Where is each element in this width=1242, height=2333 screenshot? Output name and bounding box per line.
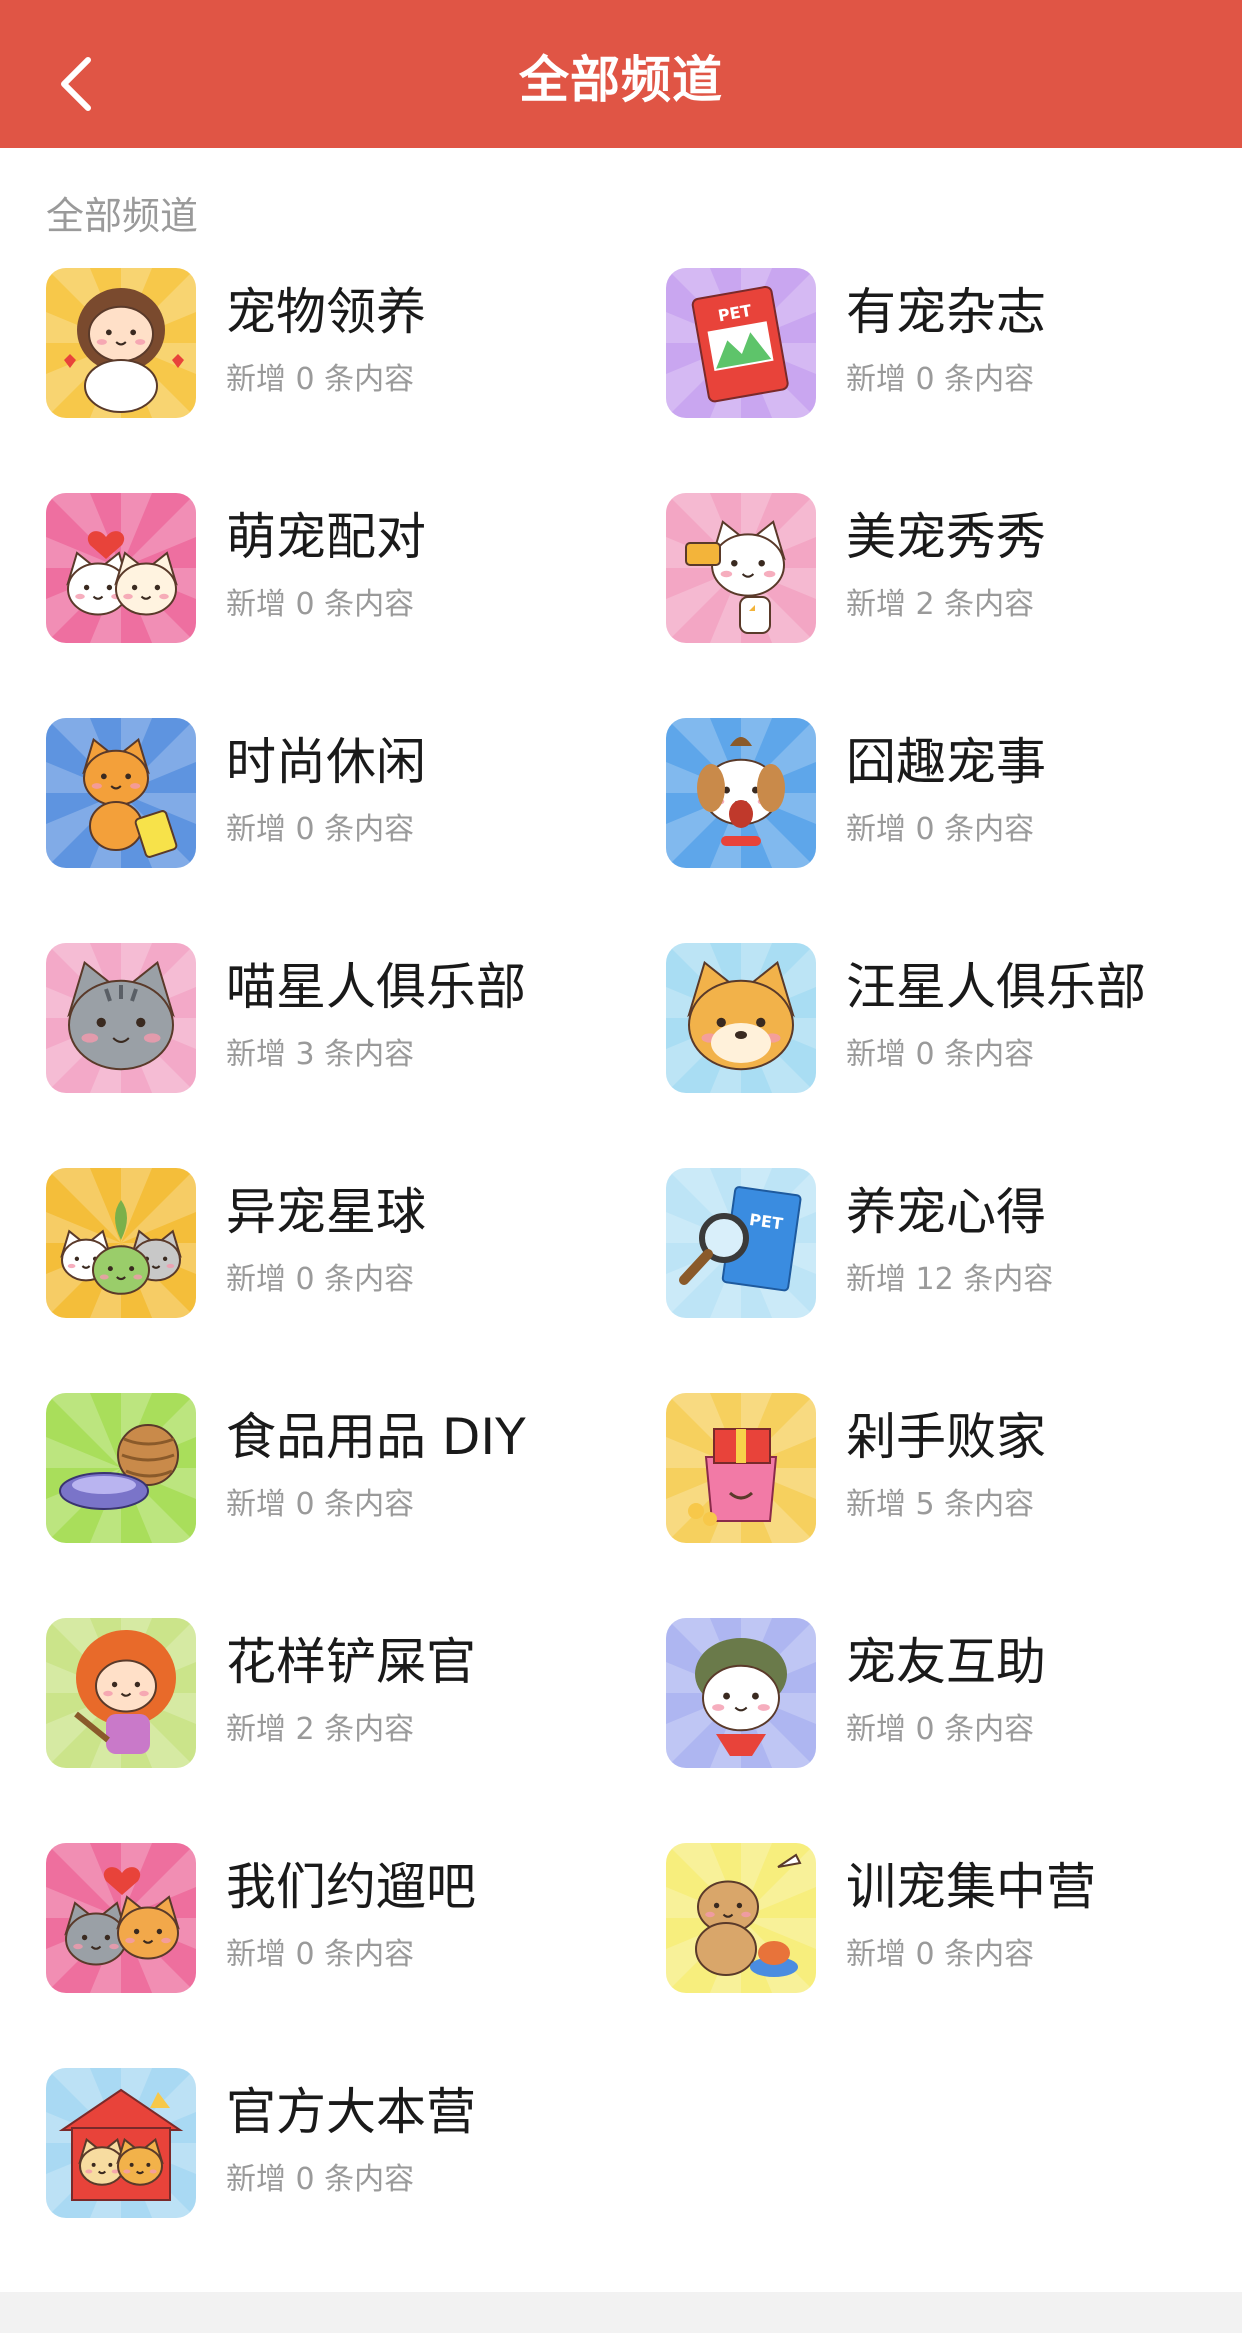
kissing-pets-icon [46, 493, 196, 643]
girl-holding-puppy-icon [46, 268, 196, 418]
channel-item[interactable]: 训宠集中营新增 0 条内容 [666, 1843, 1242, 2003]
channel-name: 我们约遛吧 [226, 1858, 476, 1916]
channel-update-count: 新增 0 条内容 [226, 812, 415, 847]
channel-update-count: 新增 2 条内容 [846, 587, 1035, 622]
channel-name: 宠物领养 [226, 283, 426, 341]
navbar: 全部频道 [0, 0, 1242, 148]
channel-update-count: 新增 0 条内容 [846, 812, 1035, 847]
grey-cat-face-icon [46, 943, 196, 1093]
channel-update-count: 新增 0 条内容 [226, 587, 415, 622]
channel-item[interactable]: 时尚休闲新增 0 条内容 [46, 718, 646, 878]
page-title: 全部频道 [519, 51, 723, 109]
channel-name: 喵星人俱乐部 [226, 958, 526, 1016]
channel-update-count: 新增 5 条内容 [846, 1487, 1035, 1522]
channel-update-count: 新增 0 条内容 [226, 1487, 415, 1522]
channel-item[interactable]: 宠物领养新增 0 条内容 [46, 268, 646, 428]
channel-item[interactable]: 食品用品 DIY 新增 0 条内容 [46, 1393, 646, 1553]
channel-item[interactable]: 喵星人俱乐部新增 3 条内容 [46, 943, 646, 1103]
pets-in-house-icon [46, 2068, 196, 2218]
channel-name: 异宠星球 [226, 1183, 426, 1241]
channel-update-count: 新增 0 条内容 [846, 1712, 1035, 1747]
channel-item[interactable]: 花样铲屎官新增 2 条内容 [46, 1618, 646, 1778]
channel-item[interactable]: 我们约遛吧新增 0 条内容 [46, 1843, 646, 2003]
channel-update-count: 新增 0 条内容 [226, 1262, 415, 1297]
channel-name: 剁手败家 [846, 1408, 1046, 1466]
magnifier-book-icon: PET [666, 1168, 816, 1318]
channel-name: 花样铲屎官 [226, 1633, 476, 1691]
channel-update-count: 新增 0 条内容 [226, 1937, 415, 1972]
channel-name: 汪星人俱乐部 [846, 958, 1146, 1016]
cat-and-dog-hug-icon [46, 1843, 196, 1993]
channel-name: 官方大本营 [226, 2083, 476, 2141]
channel-item[interactable]: 萌宠配对新增 0 条内容 [46, 493, 646, 653]
channel-update-count: 新增 2 条内容 [226, 1712, 415, 1747]
channel-update-count: 新增 0 条内容 [226, 362, 415, 397]
channel-update-count: 新增 3 条内容 [226, 1037, 415, 1072]
channel-name: 有宠杂志 [846, 283, 1046, 341]
channel-item[interactable]: 异宠星球新增 0 条内容 [46, 1168, 646, 1328]
cat-with-suitcase-icon [46, 718, 196, 868]
channel-item[interactable]: 剁手败家新增 5 条内容 [666, 1393, 1242, 1553]
dog-with-scarf-icon [666, 1618, 816, 1768]
pet-bowl-yarn-icon [46, 1393, 196, 1543]
channel-name: 萌宠配对 [226, 508, 426, 566]
channel-name: 囧趣宠事 [846, 733, 1046, 791]
bottom-spacer [0, 2292, 1242, 2333]
channel-name: 训宠集中营 [846, 1858, 1096, 1916]
channel-name: 食品用品 DIY [226, 1408, 526, 1466]
girl-with-scoop-icon [46, 1618, 196, 1768]
channel-item[interactable]: PET 养宠心得新增 12 条内容 [666, 1168, 1242, 1328]
channel-name: 养宠心得 [846, 1183, 1046, 1241]
channel-item[interactable]: 官方大本营新增 0 条内容 [46, 2068, 646, 2228]
exotic-pets-icon [46, 1168, 196, 1318]
channel-name: 时尚休闲 [226, 733, 426, 791]
dog-selfie-icon [666, 493, 816, 643]
channel-update-count: 新增 12 条内容 [846, 1262, 1054, 1297]
shiba-face-icon [666, 943, 816, 1093]
channel-name: 宠友互助 [846, 1633, 1046, 1691]
channel-update-count: 新增 0 条内容 [846, 1037, 1035, 1072]
channel-item[interactable]: PET 有宠杂志新增 0 条内容 [666, 268, 1242, 428]
channel-update-count: 新增 0 条内容 [226, 2162, 415, 2197]
section-title: 全部频道 [46, 194, 199, 238]
channel-item[interactable]: 宠友互助新增 0 条内容 [666, 1618, 1242, 1778]
channel-update-count: 新增 0 条内容 [846, 1937, 1035, 1972]
channel-item[interactable]: 汪星人俱乐部新增 0 条内容 [666, 943, 1242, 1103]
channel-name: 美宠秀秀 [846, 508, 1046, 566]
surprised-dog-icon [666, 718, 816, 868]
channel-item[interactable]: 囧趣宠事新增 0 条内容 [666, 718, 1242, 878]
channel-update-count: 新增 0 条内容 [846, 362, 1035, 397]
pet-magazine-icon: PET [666, 268, 816, 418]
gift-bag-icon [666, 1393, 816, 1543]
channel-item[interactable]: 美宠秀秀新增 2 条内容 [666, 493, 1242, 653]
dog-training-icon [666, 1843, 816, 1993]
